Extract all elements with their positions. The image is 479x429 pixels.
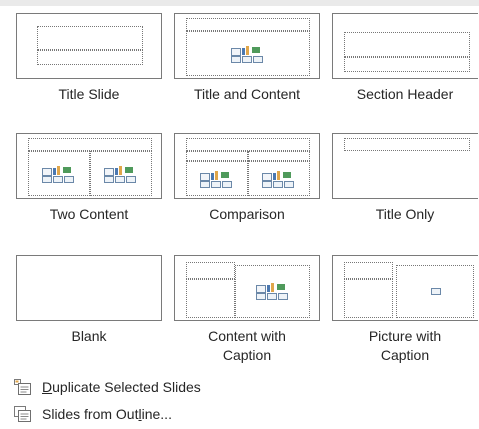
slides-outline-icon: [14, 406, 31, 422]
caption-title-placeholder: [344, 262, 393, 279]
left-content-placeholder: [186, 161, 248, 196]
layout-label: Title and Content: [193, 86, 301, 102]
layout-thumbnail: [16, 133, 162, 199]
command-label: Slides from Outline...: [42, 406, 172, 422]
layout-thumbnail: [332, 255, 478, 321]
layout-label: Content with Caption: [174, 327, 320, 365]
right-content-placeholder: [90, 151, 152, 196]
duplicate-selected-slides-command[interactable]: Duplicate Selected Slides: [14, 376, 454, 398]
layout-label: Two Content: [49, 206, 129, 222]
text-placeholder: [344, 57, 470, 72]
content-icons-icon: [104, 166, 138, 183]
layout-label: Blank: [71, 328, 107, 344]
content-icons-icon: [42, 166, 76, 183]
layout-thumbnail: [332, 133, 478, 199]
layout-thumbnail: [332, 13, 478, 79]
layout-thumbnail: [174, 13, 320, 79]
command-label: Duplicate Selected Slides: [42, 379, 201, 395]
layout-label: Picture with Caption: [332, 327, 478, 365]
layout-label: Comparison: [209, 206, 285, 222]
left-heading-placeholder: [186, 151, 248, 161]
content-icons-icon: [200, 171, 234, 188]
title-placeholder: [344, 138, 470, 151]
caption-text-placeholder: [344, 279, 393, 318]
layout-label-line2: Caption: [222, 347, 272, 363]
layout-thumbnail: [174, 255, 320, 321]
layout-label-line1: Picture with: [368, 328, 442, 344]
layout-label-line1: Content with: [208, 328, 286, 344]
right-content-placeholder: [248, 161, 310, 196]
duplicate-slides-icon: [14, 379, 31, 395]
title-placeholder: [344, 32, 470, 57]
gallery-top-edge: [0, 0, 479, 6]
layout-thumbnail: [16, 13, 162, 79]
content-icons-icon: [231, 46, 265, 63]
right-heading-placeholder: [248, 151, 310, 161]
content-placeholder: [186, 31, 310, 76]
picture-icon: [431, 288, 441, 295]
title-placeholder: [186, 138, 310, 151]
title-placeholder: [186, 18, 310, 31]
layout-label: Title Only: [375, 206, 435, 222]
caption-title-placeholder: [186, 262, 235, 279]
content-icons-icon: [262, 171, 296, 188]
left-content-placeholder: [28, 151, 90, 196]
title-placeholder: [28, 138, 152, 151]
layout-thumbnail: [174, 133, 320, 199]
picture-placeholder: [396, 265, 474, 318]
title-placeholder: [37, 26, 143, 50]
content-icons-icon: [256, 283, 290, 300]
layout-thumbnail: [16, 255, 162, 321]
layout-label: Title Slide: [58, 86, 120, 102]
subtitle-placeholder: [37, 50, 143, 65]
layout-label: Section Header: [356, 86, 454, 102]
caption-text-placeholder: [186, 279, 235, 318]
slides-from-outline-command[interactable]: Slides from Outline...: [14, 403, 454, 425]
layout-label-line2: Caption: [380, 347, 430, 363]
content-placeholder: [235, 265, 310, 318]
